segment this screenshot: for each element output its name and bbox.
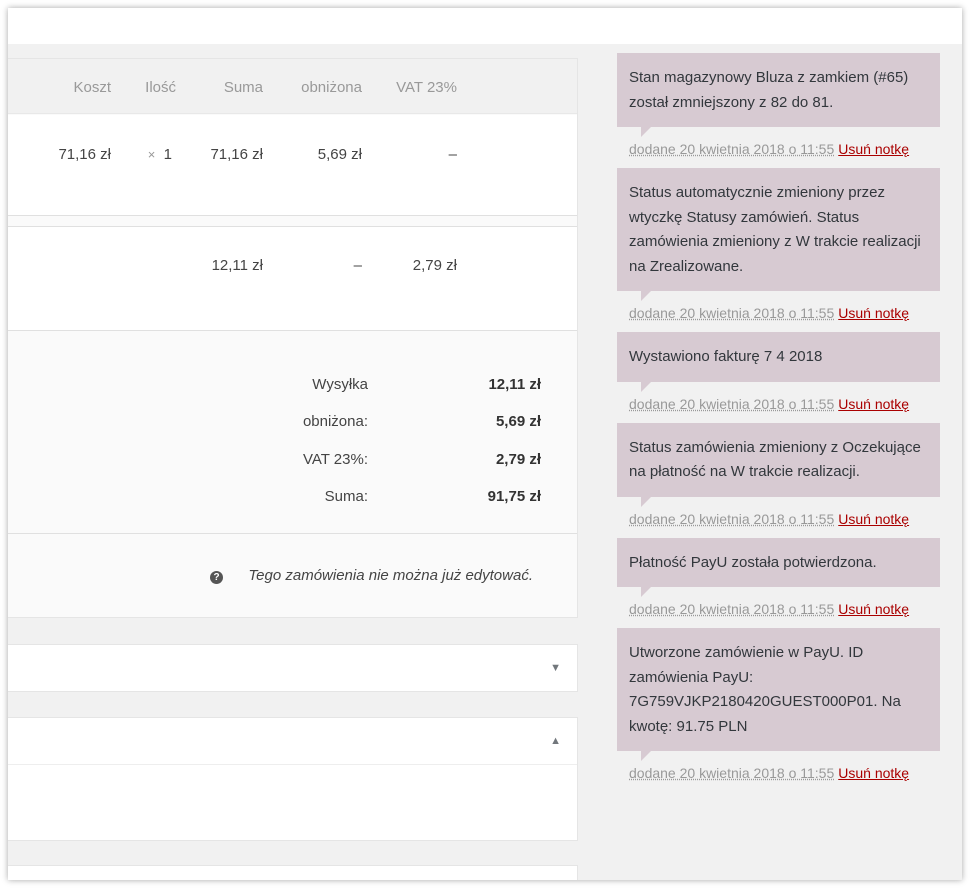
note-tail: [641, 381, 651, 392]
note-meta: dodane 20 kwietnia 2018 o 11:55 Usuń notk…: [617, 751, 942, 792]
delete-note-link[interactable]: Usuń notkę: [838, 765, 909, 781]
note-text: Płatność PayU została potwierdzona.: [629, 553, 877, 571]
metabox-expanded: ▲: [8, 717, 578, 841]
metabox-collapsed[interactable]: ▼: [8, 644, 578, 692]
chevron-down-icon[interactable]: ▼: [550, 662, 561, 674]
order-note: Płatność PayU została potwierdzona. doda…: [617, 537, 942, 629]
order-note: Status zamówienia zmieniony z Oczekujące…: [617, 422, 942, 538]
order-edit-screen: Koszt Ilość Suma obniżona VAT 23% 71,16 …: [8, 8, 962, 880]
note-tail: [641, 496, 651, 507]
shipping-total: 12,11 zł: [211, 257, 263, 274]
chevron-up-icon[interactable]: ▲: [550, 735, 561, 747]
note-meta: dodane 20 kwietnia 2018 o 11:55 Usuń notk…: [617, 382, 942, 423]
note-text: Wystawiono fakturę 7 4 2018: [629, 348, 823, 365]
item-cost: 71,16 zł: [58, 146, 111, 163]
note-tail: [641, 751, 651, 761]
note-text: Stan magazynowy Bluza z zamkiem (#65) zo…: [629, 69, 909, 111]
note-meta: dodane 20 kwietnia 2018 o 11:55 Usuń notk…: [617, 291, 942, 332]
note-date: dodane 20 kwietnia 2018 o 11:55: [629, 601, 835, 617]
note-date: dodane 20 kwietnia 2018 o 11:55: [629, 305, 835, 321]
order-note: Status automatycznie zmieniony przez wty…: [617, 168, 942, 332]
item-quantity-value: 1: [163, 146, 172, 163]
totals-value: 91,75 zł: [487, 488, 541, 505]
note-content: Utworzone zamówienie w PayU. ID zamówien…: [617, 628, 940, 761]
note-meta: dodane 20 kwietnia 2018 o 11:55 Usuń notk…: [617, 587, 942, 628]
note-content: Wystawiono fakturę 7 4 2018: [617, 332, 940, 392]
not-editable-notice: ? Tego zamówienia nie można już edytować…: [8, 533, 577, 617]
totals-label: Suma:: [324, 488, 368, 505]
totals-label: VAT 23%:: [302, 451, 368, 468]
note-date: dodane 20 kwietnia 2018 o 11:55: [629, 141, 835, 157]
totals-value: 5,69 zł: [495, 413, 541, 430]
note-content: Stan magazynowy Bluza z zamkiem (#65) zo…: [617, 53, 940, 137]
metabox-next: [8, 865, 578, 880]
column-cost[interactable]: Koszt: [73, 79, 111, 96]
times-icon: ×: [147, 147, 156, 162]
delete-note-link[interactable]: Usuń notkę: [838, 601, 909, 617]
item-quantity: × 1: [148, 146, 172, 163]
totals-value: 12,11 zł: [488, 376, 541, 393]
note-meta: dodane 20 kwietnia 2018 o 11:55 Usuń notk…: [617, 127, 942, 168]
note-meta: dodane 20 kwietnia 2018 o 11:55 Usuń notk…: [617, 497, 942, 538]
totals-label: obniżona:: [302, 413, 368, 430]
column-quantity[interactable]: Ilość: [145, 79, 176, 96]
note-tail: [641, 291, 651, 301]
note-text: Status automatycznie zmieniony przez wty…: [629, 184, 921, 275]
column-total[interactable]: Suma: [224, 79, 263, 96]
order-items-panel: Koszt Ilość Suma obniżona VAT 23% 71,16 …: [8, 58, 578, 618]
note-tail: [641, 127, 651, 137]
order-notes-list: Stan magazynowy Bluza z zamkiem (#65) zo…: [617, 53, 942, 792]
column-vat[interactable]: VAT 23%: [396, 79, 457, 96]
help-icon[interactable]: ?: [210, 571, 223, 584]
note-text: Status zamówienia zmieniony z Oczekujące…: [629, 438, 921, 481]
item-discount: 5,69 zł: [317, 146, 362, 163]
top-bar: [8, 8, 962, 44]
metabox-header[interactable]: ▲: [8, 718, 577, 765]
order-note: Wystawiono fakturę 7 4 2018 dodane 20 kw…: [617, 332, 942, 423]
note-date: dodane 20 kwietnia 2018 o 11:55: [629, 510, 835, 527]
note-content: Płatność PayU została potwierdzona.: [617, 537, 940, 597]
order-note: Stan magazynowy Bluza z zamkiem (#65) zo…: [617, 53, 942, 168]
shipping-vat: 2,79 zł: [412, 257, 457, 274]
totals-value: 2,79 zł: [495, 451, 541, 468]
item-total: 71,16 zł: [210, 146, 263, 163]
delete-note-link[interactable]: Usuń notkę: [838, 141, 909, 157]
note-text: Utworzone zamówienie w PayU. ID zamówien…: [629, 644, 901, 735]
column-discount[interactable]: obniżona: [301, 79, 362, 96]
totals-label: Wysyłka: [312, 376, 368, 393]
note-content: Status zamówienia zmieniony z Oczekujące…: [617, 422, 940, 507]
note-content: Status automatycznie zmieniony przez wty…: [617, 168, 940, 301]
shipping-discount: –: [353, 257, 362, 274]
note-date: dodane 20 kwietnia 2018 o 11:55: [629, 395, 835, 412]
note-tail: [641, 587, 651, 597]
order-note: Utworzone zamówienie w PayU. ID zamówien…: [617, 628, 942, 792]
delete-note-link[interactable]: Usuń notkę: [838, 396, 909, 412]
items-table-header: Koszt Ilość Suma obniżona VAT 23%: [8, 59, 577, 114]
product-line-item: 71,16 zł × 1 71,16 zł 5,69 zł –: [8, 115, 577, 216]
notice-text: Tego zamówienia nie można już edytować.: [248, 567, 533, 584]
shipping-line-item: 12,11 zł – 2,79 zł: [8, 226, 577, 331]
note-date: dodane 20 kwietnia 2018 o 11:55: [629, 765, 835, 781]
order-totals: Wysyłka 12,11 zł obniżona: 5,69 zł VAT 2…: [8, 332, 577, 532]
delete-note-link[interactable]: Usuń notkę: [838, 305, 909, 321]
delete-note-link[interactable]: Usuń notkę: [838, 511, 909, 527]
item-vat: –: [448, 146, 457, 163]
